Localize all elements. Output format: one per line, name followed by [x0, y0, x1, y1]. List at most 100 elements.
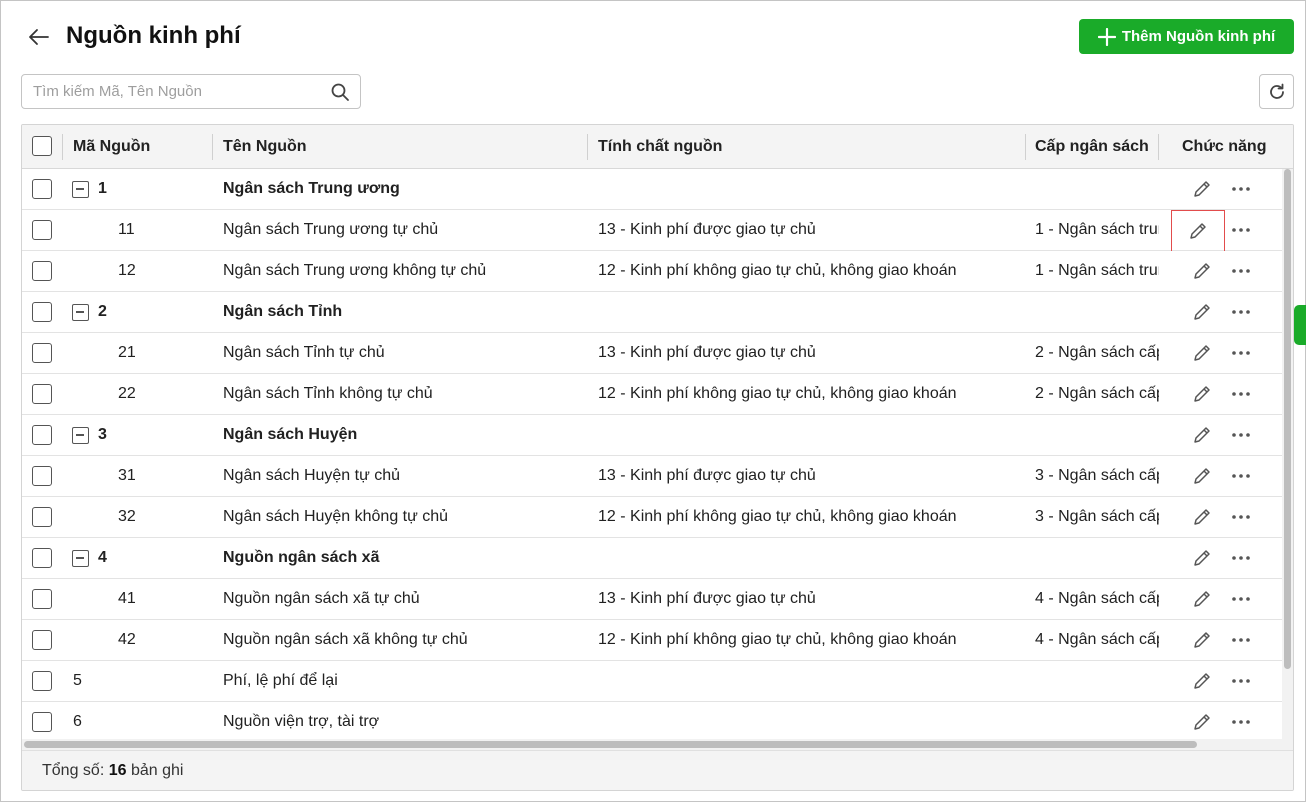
more-options-icon[interactable]: [1230, 342, 1252, 364]
more-options-icon[interactable]: [1230, 670, 1252, 692]
row-checkbox[interactable]: [32, 425, 52, 445]
table-row[interactable]: 11 Ngân sách Trung ương tự chủ 13 - Kinh p…: [22, 210, 1282, 252]
edit-icon[interactable]: [1191, 260, 1213, 282]
more-options-icon[interactable]: [1230, 424, 1252, 446]
row-checkbox[interactable]: [32, 712, 52, 732]
row-name: Ngân sách Tỉnh: [223, 303, 343, 320]
edit-icon[interactable]: [1171, 210, 1225, 252]
add-funding-source-button[interactable]: Thêm Nguồn kinh phí: [1079, 19, 1294, 54]
more-options-icon[interactable]: [1230, 506, 1252, 528]
row-code: 2: [98, 303, 107, 320]
edit-icon[interactable]: [1191, 383, 1213, 405]
row-level: [1035, 169, 1159, 209]
collapse-toggle-icon[interactable]: [72, 550, 89, 567]
row-code: 42: [118, 631, 136, 648]
collapse-toggle-icon[interactable]: [72, 427, 89, 444]
table-row[interactable]: 4 Nguồn ngân sách xã: [22, 538, 1282, 579]
total-suffix: bản ghi: [130, 762, 184, 779]
table-row[interactable]: 1 Ngân sách Trung ương: [22, 169, 1282, 210]
table-row[interactable]: 21 Ngân sách Tỉnh tự chủ 13 - Kinh phí đượ…: [22, 333, 1282, 374]
more-options-icon[interactable]: [1230, 588, 1252, 610]
column-header-level[interactable]: Cấp ngân sách: [1035, 125, 1149, 168]
edit-icon[interactable]: [1191, 629, 1213, 651]
row-nature: 13 - Kinh phí được giao tự chủ: [598, 221, 816, 238]
more-options-icon[interactable]: [1230, 629, 1252, 651]
row-level: [1035, 415, 1159, 455]
side-panel-toggle[interactable]: [1294, 305, 1306, 345]
edit-icon[interactable]: [1191, 178, 1213, 200]
column-header-name[interactable]: Tên Nguồn: [223, 125, 307, 168]
row-level: [1035, 292, 1159, 332]
more-options-icon[interactable]: [1230, 711, 1252, 733]
row-nature: 13 - Kinh phí được giao tự chủ: [598, 590, 816, 607]
more-options-icon[interactable]: [1230, 260, 1252, 282]
column-divider: [212, 134, 213, 160]
row-nature: 12 - Kinh phí không giao tự chủ, không g…: [598, 508, 957, 525]
row-code: 41: [118, 590, 136, 607]
edit-icon[interactable]: [1191, 670, 1213, 692]
table-row[interactable]: 22 Ngân sách Tỉnh không tự chủ 12 - Kinh p…: [22, 374, 1282, 415]
collapse-toggle-icon[interactable]: [72, 181, 89, 198]
table-row[interactable]: 31 Ngân sách Huyện tự chủ 13 - Kinh phí đư…: [22, 456, 1282, 497]
row-level: 4 - Ngân sách cấp xã: [1035, 631, 1159, 648]
row-code: 12: [118, 262, 136, 279]
app-window: Nguồn kinh phí Thêm Nguồn kinh phí Mã Ng…: [0, 0, 1306, 802]
table-row[interactable]: 32 Ngân sách Huyện không tự chủ 12 - Kinh …: [22, 497, 1282, 538]
row-name: Nguồn viện trợ, tài trợ: [223, 713, 380, 730]
row-checkbox[interactable]: [32, 302, 52, 322]
table-row[interactable]: 41 Nguồn ngân sách xã tự chủ 13 - Kinh phí…: [22, 579, 1282, 620]
table-header: Mã Nguồn Tên Nguồn Tính chất nguồn Cấp n…: [22, 125, 1293, 169]
table-row[interactable]: 5 Phí, lệ phí để lại: [22, 661, 1282, 702]
row-checkbox[interactable]: [32, 548, 52, 568]
row-checkbox[interactable]: [32, 671, 52, 691]
back-arrow-icon[interactable]: [27, 25, 51, 49]
more-options-icon[interactable]: [1230, 178, 1252, 200]
row-name: Ngân sách Huyện tự chủ: [223, 467, 401, 484]
table-row[interactable]: 6 Nguồn viện trợ, tài trợ: [22, 702, 1282, 739]
column-header-code[interactable]: Mã Nguồn: [73, 125, 150, 168]
edit-icon[interactable]: [1191, 506, 1213, 528]
vertical-scroll-thumb[interactable]: [1284, 169, 1291, 669]
row-level: 4 - Ngân sách cấp xã: [1035, 590, 1159, 607]
row-checkbox[interactable]: [32, 179, 52, 199]
table-row[interactable]: 42 Nguồn ngân sách xã không tự chủ 12 - Ki…: [22, 620, 1282, 661]
edit-icon[interactable]: [1191, 711, 1213, 733]
row-level: 3 - Ngân sách cấp huyện: [1035, 508, 1159, 525]
more-options-icon[interactable]: [1230, 465, 1252, 487]
edit-icon[interactable]: [1191, 424, 1213, 446]
edit-icon[interactable]: [1191, 301, 1213, 323]
edit-icon[interactable]: [1191, 342, 1213, 364]
table-row[interactable]: 2 Ngân sách Tỉnh: [22, 292, 1282, 333]
row-name: Ngân sách Trung ương không tự chủ: [223, 262, 487, 279]
horizontal-scroll-thumb[interactable]: [24, 741, 1197, 748]
edit-icon[interactable]: [1191, 588, 1213, 610]
edit-icon[interactable]: [1191, 465, 1213, 487]
collapse-toggle-icon[interactable]: [72, 304, 89, 321]
more-options-icon[interactable]: [1230, 547, 1252, 569]
row-checkbox[interactable]: [32, 589, 52, 609]
row-code: 5: [73, 672, 82, 689]
more-options-icon[interactable]: [1230, 301, 1252, 323]
column-header-nature[interactable]: Tính chất nguồn: [598, 125, 722, 168]
table-footer: Tổng số: 16 bản ghi: [22, 750, 1293, 790]
row-checkbox[interactable]: [32, 220, 52, 240]
row-name: Ngân sách Huyện không tự chủ: [223, 508, 449, 525]
row-checkbox[interactable]: [32, 384, 52, 404]
refresh-button[interactable]: [1259, 74, 1294, 109]
horizontal-scrollbar[interactable]: [22, 739, 1293, 750]
edit-icon[interactable]: [1191, 547, 1213, 569]
row-checkbox[interactable]: [32, 343, 52, 363]
select-all-checkbox[interactable]: [32, 136, 52, 156]
row-checkbox[interactable]: [32, 261, 52, 281]
row-checkbox[interactable]: [32, 507, 52, 527]
search-icon[interactable]: [330, 82, 350, 102]
more-options-icon[interactable]: [1230, 383, 1252, 405]
table-row[interactable]: 12 Ngân sách Trung ương không tự chủ 12 - …: [22, 251, 1282, 292]
more-options-icon[interactable]: [1230, 219, 1252, 241]
search-input[interactable]: [22, 75, 322, 108]
vertical-scrollbar[interactable]: [1282, 169, 1293, 739]
table-row[interactable]: 3 Ngân sách Huyện: [22, 415, 1282, 456]
row-checkbox[interactable]: [32, 630, 52, 650]
row-checkbox[interactable]: [32, 466, 52, 486]
row-nature: [598, 292, 1018, 332]
